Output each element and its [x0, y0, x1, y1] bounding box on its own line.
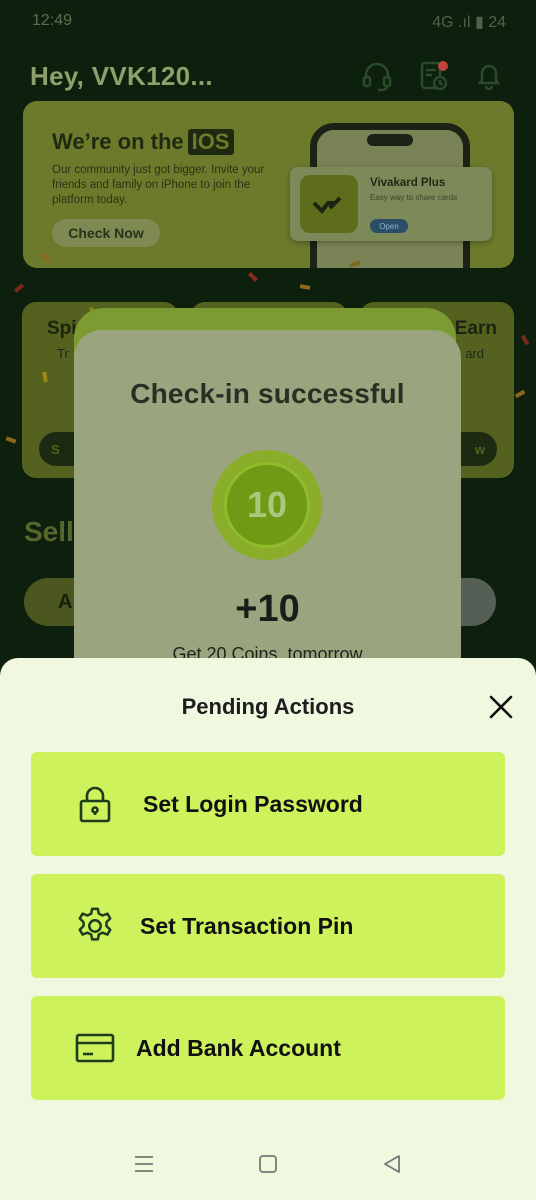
- app-name: Vivakard Plus: [370, 177, 446, 189]
- checkin-dialog: Check-in successful 10 +10 Get 20 Coins,…: [74, 330, 461, 690]
- feature-subtitle: Tr: [57, 346, 69, 361]
- card-icon: [75, 1028, 115, 1068]
- feature-subtitle: ard: [465, 346, 484, 361]
- promo-title-text: We’re on the: [52, 129, 184, 154]
- reward-amount: +10: [235, 588, 300, 630]
- close-button[interactable]: [486, 692, 516, 722]
- ios-tag: IOS: [187, 129, 234, 155]
- action-label: Add Bank Account: [136, 1034, 341, 1061]
- menu-nav-icon[interactable]: [131, 1151, 157, 1177]
- check-now-button[interactable]: Check Now: [52, 219, 160, 247]
- gear-icon: [75, 906, 115, 946]
- notification-dot: [438, 61, 448, 71]
- confetti: [520, 334, 530, 346]
- feature-title: Spi: [47, 318, 77, 339]
- app-popup: Vivakard Plus Easy way to share cards Op…: [290, 167, 492, 241]
- confetti: [248, 272, 258, 282]
- system-nav-bar: [0, 1132, 536, 1200]
- close-icon[interactable]: [488, 694, 514, 720]
- ios-promo-banner[interactable]: We’re on the IOS Our community just got …: [23, 101, 514, 268]
- action-label: Set Login Password: [143, 790, 363, 817]
- confetti: [13, 283, 25, 293]
- status-indicators: 4G .ıl ▮ 24: [432, 14, 506, 31]
- status-time: 12:49: [32, 12, 73, 29]
- add-bank-account-button[interactable]: Add Bank Account: [31, 996, 505, 1100]
- home-nav-icon[interactable]: [255, 1151, 281, 1177]
- confetti: [5, 436, 17, 444]
- pending-actions-sheet: Pending Actions Set Login Password Set T…: [0, 658, 536, 1200]
- back-nav-icon[interactable]: [379, 1151, 405, 1177]
- app-open-button: Open: [370, 219, 408, 233]
- bell-icon[interactable]: [472, 59, 506, 93]
- section-title: Sell: [24, 516, 74, 547]
- header: Hey, VVK120...: [30, 56, 506, 96]
- coin-icon: 10: [212, 450, 322, 560]
- app-subtitle: Easy way to share cards: [370, 193, 458, 202]
- greeting-text: Hey, VVK120...: [30, 60, 213, 91]
- sheet-title: Pending Actions: [181, 694, 355, 719]
- confetti: [514, 389, 526, 399]
- lock-icon: [75, 784, 115, 824]
- promo-description: Our community just got bigger. Invite yo…: [52, 164, 265, 206]
- confetti: [299, 284, 311, 290]
- promo-title: We’re on the IOS: [52, 129, 234, 155]
- history-icon[interactable]: [416, 59, 450, 93]
- headset-icon[interactable]: [360, 59, 394, 93]
- checkin-title: Check-in successful: [130, 378, 405, 409]
- set-login-password-button[interactable]: Set Login Password: [31, 752, 505, 856]
- coin-value: 10: [224, 462, 310, 548]
- set-transaction-pin-button[interactable]: Set Transaction Pin: [31, 874, 505, 978]
- action-label: Set Transaction Pin: [140, 912, 354, 939]
- feature-title: Earn: [454, 318, 497, 339]
- vivakard-logo: [300, 175, 358, 233]
- status-bar: 12:49 4G .ıl ▮ 24: [32, 12, 506, 36]
